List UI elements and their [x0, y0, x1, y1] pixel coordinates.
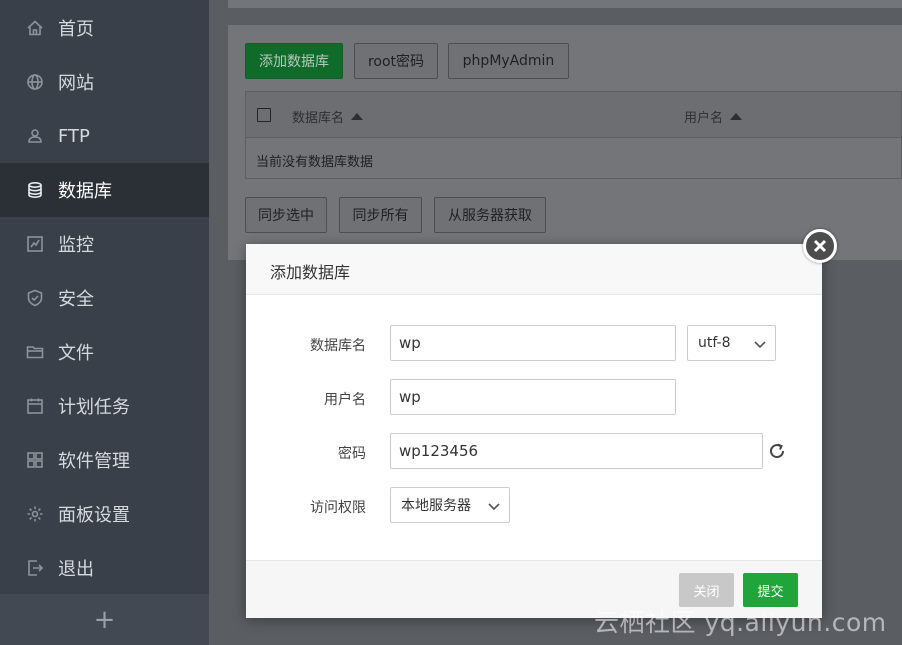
dialog-title: 添加数据库 [270, 263, 351, 282]
shield-icon [26, 289, 44, 307]
sidebar-item-settings[interactable]: 面板设置 [0, 487, 209, 541]
column-label: 用户名 [684, 111, 724, 126]
sidebar-item-label: 软件管理 [58, 451, 130, 472]
db-name-label: 数据库名 [310, 338, 366, 354]
logout-icon [26, 559, 44, 577]
chevron-down-icon [753, 337, 767, 351]
sidebar-item-label: 面板设置 [58, 505, 130, 526]
sidebar-item-label: 网站 [58, 73, 94, 94]
sidebar-add-button[interactable]: + [0, 594, 209, 645]
username-input[interactable] [390, 379, 676, 415]
column-db-name[interactable]: 数据库名 [292, 107, 364, 126]
sidebar-item-label: 计划任务 [58, 397, 130, 418]
sidebar-item-label: 退出 [58, 559, 94, 580]
charset-value: utf-8 [698, 335, 731, 351]
sidebar-item-label: 监控 [58, 235, 94, 256]
table-empty-message: 当前没有数据库数据 [256, 155, 374, 170]
db-name-input[interactable] [390, 325, 676, 361]
password-label: 密码 [338, 446, 366, 462]
sidebar-item-security[interactable]: 安全 [0, 271, 209, 325]
select-all-checkbox[interactable] [257, 108, 271, 122]
sidebar-item-home[interactable]: 首页 [0, 1, 209, 55]
close-button[interactable]: 关闭 [679, 573, 734, 607]
sidebar-item-ftp[interactable]: FTP [0, 109, 209, 163]
monitor-icon [26, 235, 44, 253]
sidebar-item-monitor[interactable]: 监控 [0, 217, 209, 271]
watermark: 云栖社区 yq.aliyun.com [594, 608, 887, 637]
sidebar-item-database[interactable]: 数据库 [0, 163, 209, 217]
grid-icon [26, 451, 44, 469]
sync-selected-button[interactable]: 同步选中 [245, 197, 327, 233]
dialog-header: 添加数据库 [246, 244, 822, 295]
sidebar-item-label: FTP [58, 125, 90, 147]
chevron-down-icon [487, 499, 501, 513]
phpmyadmin-button[interactable]: phpMyAdmin [448, 43, 569, 79]
refresh-icon[interactable] [768, 442, 786, 460]
sidebar-item-software[interactable]: 软件管理 [0, 433, 209, 487]
username-label: 用户名 [324, 392, 366, 408]
sidebar-item-label: 首页 [58, 19, 94, 40]
sort-up-icon [351, 113, 364, 120]
column-label: 数据库名 [292, 111, 345, 126]
table-header-row: 数据库名 用户名 [246, 92, 901, 138]
calendar-icon [26, 397, 44, 415]
close-icon [813, 239, 827, 253]
sidebar-item-label: 数据库 [58, 181, 112, 202]
access-select[interactable]: 本地服务器 [390, 487, 510, 523]
sync-all-button[interactable]: 同步所有 [339, 197, 422, 233]
sidebar-item-files[interactable]: 文件 [0, 325, 209, 379]
database-panel: 添加数据库 root密码 phpMyAdmin 数据库名 用户名 当前没有数据库… [228, 25, 902, 260]
dialog-close-button[interactable] [803, 229, 837, 263]
ftp-icon [26, 127, 44, 145]
sidebar-item-logout[interactable]: 退出 [0, 541, 209, 595]
sidebar-item-cron[interactable]: 计划任务 [0, 379, 209, 433]
access-value: 本地服务器 [401, 498, 471, 514]
sidebar: 首页 网站 FTP 数据库 监控 安全 文件 计划任务 软件管理 面板设置 退出 [0, 0, 209, 645]
root-password-button[interactable]: root密码 [354, 43, 438, 79]
sidebar-item-label: 安全 [58, 289, 94, 310]
home-icon [26, 19, 44, 37]
add-database-dialog: 添加数据库 数据库名 utf-8 用户名 密码 访问权限 本地服务器 关闭 提交 [246, 244, 822, 618]
plus-icon: + [93, 604, 116, 635]
charset-select[interactable]: utf-8 [687, 325, 776, 361]
folder-icon [26, 343, 44, 361]
database-icon [26, 181, 44, 199]
sort-up-icon [730, 113, 743, 120]
sidebar-item-website[interactable]: 网站 [0, 55, 209, 109]
password-input[interactable] [390, 433, 763, 469]
globe-icon [26, 73, 44, 91]
add-database-button[interactable]: 添加数据库 [245, 43, 343, 79]
submit-button[interactable]: 提交 [743, 573, 798, 607]
gear-icon [26, 505, 44, 523]
sidebar-item-label: 文件 [58, 343, 94, 364]
database-table: 数据库名 用户名 当前没有数据库数据 [245, 91, 902, 179]
column-username[interactable]: 用户名 [684, 107, 743, 126]
access-label: 访问权限 [310, 500, 366, 516]
top-panel-strip [228, 0, 902, 8]
fetch-from-server-button[interactable]: 从服务器获取 [434, 197, 546, 233]
